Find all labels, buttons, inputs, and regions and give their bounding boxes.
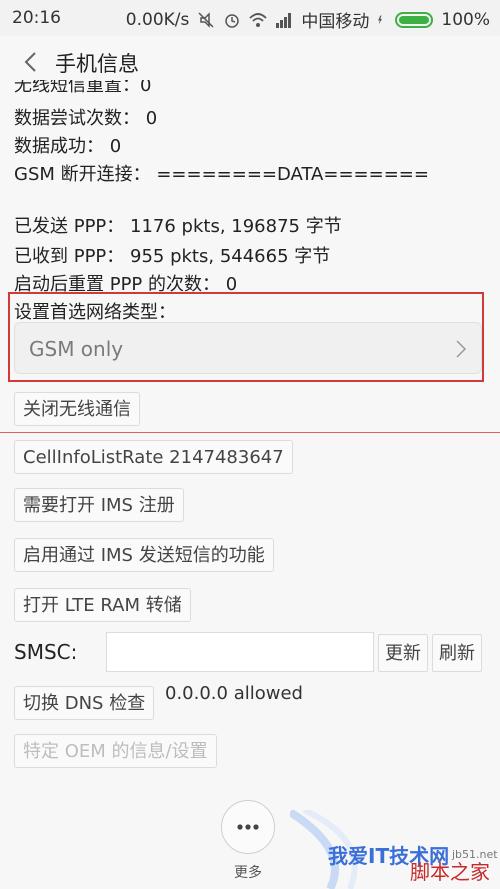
wifi-icon [249,12,268,27]
cellinfo-rate-button[interactable]: CellInfoListRate 2147483647 [14,440,293,474]
radio-off-button[interactable]: 关闭无线通信 [14,392,140,426]
battery-percent: 100% [441,9,490,30]
red-divider-line [0,432,500,433]
smsc-label: SMSC: [14,640,78,664]
more-dots-icon [237,824,259,830]
network-speed: 0.00K/s [125,9,190,30]
charging-icon [378,15,383,24]
dns-check-button[interactable]: 切换 DNS 检查 [14,686,155,720]
more-button[interactable] [221,800,275,854]
mute-icon [198,11,214,28]
info-line-ppp-sent: 已发送 PPP： 1176 pkts, 196875 字节 [14,216,342,237]
alarm-icon [225,13,240,28]
status-bar: 20:16 0.00K/s 中国移动 100% [0,0,500,36]
smsc-refresh-button[interactable]: 刷新 [432,634,482,672]
smsc-input[interactable] [106,632,374,672]
smsc-update-button[interactable]: 更新 [378,634,428,672]
ims-sms-button[interactable]: 启用通过 IMS 发送短信的功能 [14,538,274,572]
ims-register-button[interactable]: 需要打开 IMS 注册 [14,488,184,522]
back-icon[interactable] [18,48,44,76]
network-type-label: 设置首选网络类型： [14,302,176,323]
more-label: 更多 [234,865,262,881]
info-line-cut: 无线短信重置：0 [14,80,152,94]
network-type-value: GSM only [29,337,124,361]
info-line-data-attempts: 数据尝试次数： 0 [14,108,158,129]
watermark-text-secondary: 脚本之家 [410,860,490,884]
chevron-right-icon [456,340,467,358]
dns-status-text: 0.0.0.0 allowed [165,683,303,704]
page-title: 手机信息 [55,52,139,76]
info-line-gsm-disconnect: GSM 断开连接： ========DATA======= [14,164,429,185]
info-line-data-success: 数据成功： 0 [14,136,122,157]
signal-icon [276,12,292,28]
status-time: 20:16 [12,8,61,28]
lte-ram-dump-button[interactable]: 打开 LTE RAM 转储 [14,588,191,622]
info-line-ppp-received: 已收到 PPP： 955 pkts, 544665 字节 [14,246,331,267]
battery-icon [395,11,434,28]
status-icons: 0.00K/s 中国移动 100% [125,7,490,33]
oem-info-button[interactable]: 特定 OEM 的信息/设置 [14,734,217,768]
network-type-select[interactable]: GSM only [14,322,482,374]
carrier-name: 中国移动 [301,12,370,32]
